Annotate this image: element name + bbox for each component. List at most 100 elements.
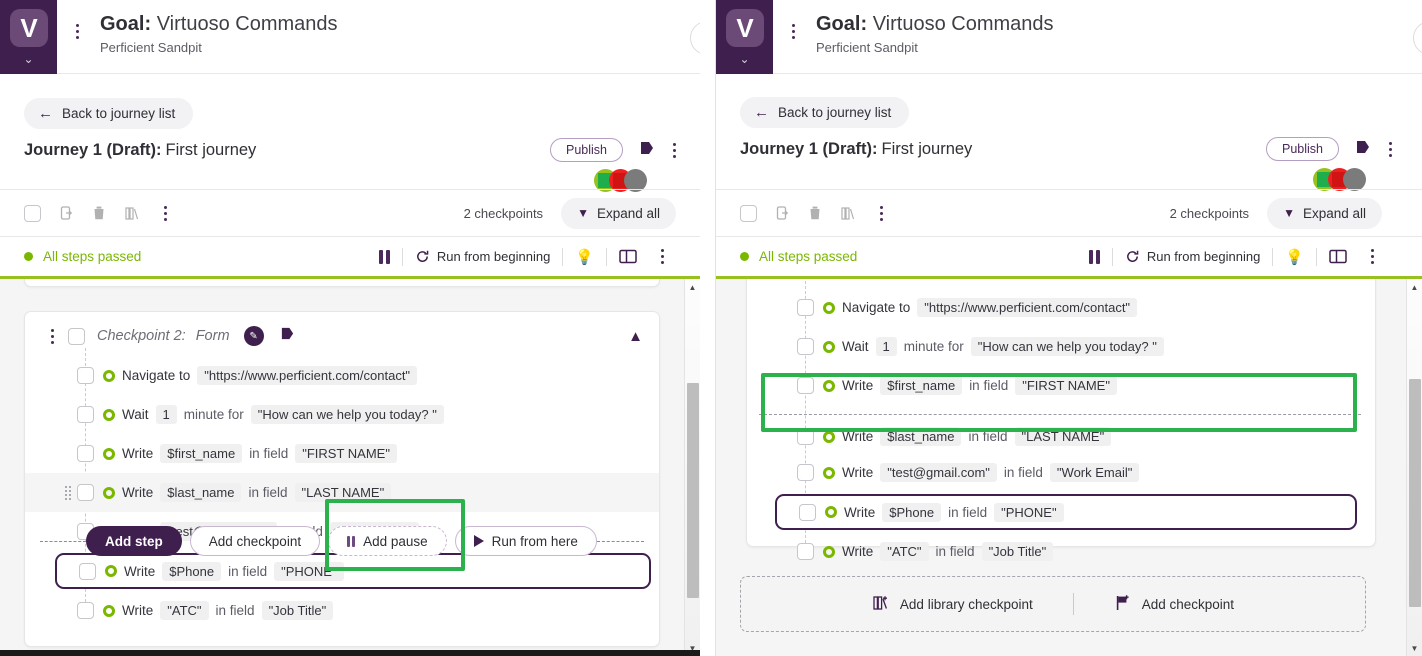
step-row[interactable]: Write "ATC" in field "Job Title" bbox=[25, 591, 659, 630]
tag-icon[interactable] bbox=[639, 140, 655, 161]
app-menu-kebab-icon[interactable] bbox=[76, 24, 79, 39]
run-from-beginning-button[interactable]: Run from beginning bbox=[1113, 249, 1272, 264]
vertical-scrollbar-right[interactable]: ▲ ▼ bbox=[1406, 279, 1422, 656]
publish-button[interactable]: Publish bbox=[550, 138, 623, 162]
back-to-journey-list-button[interactable]: ← Back to journey list bbox=[24, 98, 194, 129]
collapse-chevron-up-icon[interactable]: ▲ bbox=[628, 328, 643, 345]
tag-icon[interactable] bbox=[280, 326, 295, 346]
step-verb: Write bbox=[122, 446, 154, 461]
step-status-circle-icon bbox=[103, 369, 115, 382]
delete-icon[interactable] bbox=[808, 205, 822, 221]
toolbar-kebab-icon[interactable] bbox=[164, 205, 167, 221]
step-checkbox[interactable] bbox=[797, 464, 814, 481]
step-row[interactable]: Write $Phone in field "PHONE" bbox=[775, 494, 1357, 530]
add-checkpoint-button[interactable]: Add checkpoint bbox=[189, 526, 321, 556]
run-from-beginning-button[interactable]: Run from beginning bbox=[403, 249, 562, 264]
step-row[interactable]: Write $first_name in field "FIRST NAME" bbox=[25, 434, 659, 473]
duplicate-icon[interactable] bbox=[775, 205, 790, 221]
expand-all-button[interactable]: ▼ Expand all bbox=[1267, 197, 1382, 229]
step-row[interactable]: Wait 1 minute for "How can we help you t… bbox=[25, 395, 659, 434]
step-row[interactable]: Write "ATC" in field "Job Title" bbox=[747, 532, 1375, 571]
split-view-button[interactable] bbox=[1317, 249, 1359, 264]
app-logo-tile[interactable]: V ⌄ bbox=[716, 0, 773, 74]
step-row[interactable]: Write "test@gmail.com" in field "Work Em… bbox=[747, 453, 1375, 492]
step-checkbox[interactable] bbox=[77, 602, 94, 619]
step-row[interactable]: Navigate to "https://www.perficient.com/… bbox=[747, 288, 1375, 327]
add-checkpoint-button[interactable]: Add checkpoint bbox=[1074, 594, 1274, 615]
journey-bar-left: ← Back to journey list Journey 1 (Draft)… bbox=[0, 74, 700, 192]
scrollbar-thumb[interactable] bbox=[687, 383, 699, 598]
back-to-journey-list-button[interactable]: ← Back to journey list bbox=[740, 97, 910, 128]
tag-icon[interactable] bbox=[1355, 139, 1371, 160]
step-checkbox[interactable] bbox=[77, 484, 94, 501]
lightbulb-icon: 💡 bbox=[575, 248, 594, 266]
step-checkbox[interactable] bbox=[77, 445, 94, 462]
step-checkbox[interactable] bbox=[797, 377, 814, 394]
step-row[interactable]: Write $last_name in field "LAST NAME" bbox=[747, 417, 1375, 456]
scroll-down-arrow-icon[interactable]: ▼ bbox=[1407, 640, 1422, 656]
scrollbar-thumb[interactable] bbox=[1409, 379, 1421, 607]
step-row[interactable]: Write $Phone in field "PHONE" bbox=[55, 553, 651, 589]
step-row[interactable]: Write $last_name in field "LAST NAME" bbox=[25, 473, 659, 512]
run-kebab-icon[interactable] bbox=[1359, 249, 1386, 264]
chevron-down-icon[interactable]: ⌄ bbox=[739, 53, 749, 65]
header-right-button-partial[interactable] bbox=[1413, 21, 1422, 55]
hints-button[interactable]: 💡 bbox=[1273, 248, 1316, 266]
select-all-checkbox[interactable] bbox=[24, 204, 41, 222]
chevron-down-icon[interactable]: ⌄ bbox=[23, 53, 33, 65]
step-verb: Write bbox=[842, 544, 874, 559]
expand-all-button[interactable]: ▼ Expand all bbox=[561, 197, 676, 229]
vertical-scrollbar-left[interactable]: ▲ ▼ bbox=[684, 279, 700, 656]
scroll-up-arrow-icon[interactable]: ▲ bbox=[1407, 279, 1422, 295]
step-row[interactable]: Wait 1 minute for "How can we help you t… bbox=[747, 327, 1375, 366]
library-icon[interactable] bbox=[840, 205, 856, 221]
step-value-1: $last_name bbox=[160, 483, 242, 502]
add-step-button[interactable]: Add step bbox=[86, 526, 182, 556]
back-label: Back to journey list bbox=[62, 106, 176, 121]
pause-button[interactable] bbox=[1077, 249, 1112, 264]
delete-icon[interactable] bbox=[92, 205, 106, 221]
step-content: Navigate to "https://www.perficient.com/… bbox=[823, 298, 1138, 317]
step-value-1: "test@gmail.com" bbox=[880, 463, 997, 482]
drag-handle-icon[interactable] bbox=[65, 485, 73, 500]
scroll-up-arrow-icon[interactable]: ▲ bbox=[685, 279, 700, 295]
step-checkbox[interactable] bbox=[77, 367, 94, 384]
run-from-here-button[interactable]: Run from here bbox=[454, 526, 597, 556]
split-view-button[interactable] bbox=[607, 249, 649, 264]
journey-title-row: Journey 1 (Draft): First journey Publish bbox=[740, 137, 1392, 161]
step-checkbox[interactable] bbox=[797, 338, 814, 355]
step-status-circle-icon bbox=[103, 604, 115, 617]
run-status-dots[interactable] bbox=[1313, 168, 1366, 191]
horizontal-scrollbar-left[interactable] bbox=[0, 650, 700, 656]
edit-pencil-icon[interactable]: ✎ bbox=[243, 326, 264, 346]
library-icon[interactable] bbox=[124, 205, 140, 221]
pause-button[interactable] bbox=[367, 249, 402, 264]
toolbar-kebab-icon[interactable] bbox=[880, 205, 883, 221]
journey-kebab-icon[interactable] bbox=[673, 142, 676, 158]
journey-kebab-icon[interactable] bbox=[1389, 141, 1392, 157]
add-library-checkpoint-button[interactable]: Add library checkpoint bbox=[832, 594, 1073, 615]
step-checkbox[interactable] bbox=[79, 562, 96, 580]
step-checkbox[interactable] bbox=[797, 299, 814, 316]
header-right-button-partial[interactable] bbox=[690, 21, 700, 55]
step-row[interactable]: Write $first_name in field "FIRST NAME" bbox=[747, 366, 1375, 405]
step-checkbox[interactable] bbox=[797, 543, 814, 560]
step-value-1: $Phone bbox=[162, 561, 222, 581]
app-menu-kebab-icon[interactable] bbox=[792, 24, 795, 39]
step-checkbox[interactable] bbox=[77, 406, 94, 423]
select-all-checkbox[interactable] bbox=[740, 204, 757, 222]
step-row[interactable]: Navigate to "https://www.perficient.com/… bbox=[25, 356, 659, 395]
run-kebab-icon[interactable] bbox=[649, 249, 676, 264]
checkpoint-kebab-icon[interactable] bbox=[51, 328, 54, 344]
hints-button[interactable]: 💡 bbox=[563, 248, 606, 266]
add-pause-button[interactable]: Add pause bbox=[328, 526, 447, 556]
duplicate-icon[interactable] bbox=[59, 205, 74, 221]
step-verb: Wait bbox=[122, 407, 149, 422]
logo-letter: V bbox=[736, 13, 753, 43]
step-checkbox[interactable] bbox=[797, 428, 814, 445]
publish-button[interactable]: Publish bbox=[1266, 137, 1339, 161]
checkpoint-checkbox[interactable] bbox=[68, 327, 85, 345]
app-logo-tile[interactable]: V ⌄ bbox=[0, 0, 57, 74]
step-mid: in field bbox=[228, 563, 268, 579]
step-checkbox[interactable] bbox=[799, 503, 816, 521]
